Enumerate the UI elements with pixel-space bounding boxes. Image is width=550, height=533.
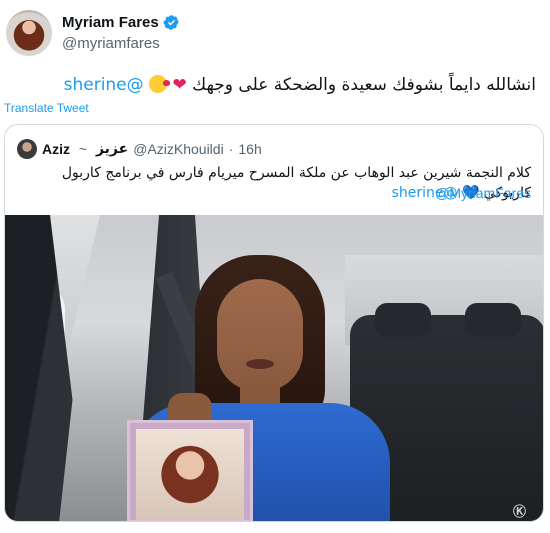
quoted-tweet-card[interactable]: Aziz ~ عزيز @AzizKhouildi · 16h كلام الن… [4,124,544,522]
headrest-right [465,303,521,337]
kissing-face-icon [149,75,171,93]
tweet-body-text: انشالله دايماً بشوفك سعيدة والضحكة على و… [192,75,536,95]
held-photo-card [127,420,253,521]
translate-tweet-link[interactable]: Translate Tweet [4,101,89,115]
quoted-meta-dot: · [228,141,234,157]
quoted-tweet-text-line2: @MyriamFares [435,183,531,203]
quoted-tweet-time[interactable]: 16h [238,141,261,157]
quoted-tweet-header: Aziz ~ عزيز @AzizKhouildi · 16h [17,139,262,159]
author-display-name[interactable]: Myriam Fares [62,14,159,31]
channel-watermark-icon: Ⓚ [513,505,527,520]
quoted-video-thumbnail[interactable]: Ⓚ [5,215,543,521]
quoted-mention-myriamfares[interactable]: @MyriamFares [435,185,531,201]
face [217,279,303,391]
author-avatar[interactable] [6,10,52,56]
quoted-name-separator: ~ [75,141,91,157]
red-heart-icon: ❤ [172,75,187,95]
verified-badge-icon [163,14,180,31]
quoted-author-name[interactable]: Aziz [42,141,70,157]
quoted-author-handle[interactable]: @AzizKhouildi [133,141,223,157]
lips [246,359,274,369]
quoted-author-avatar[interactable] [17,139,37,159]
quoted-author-name-arabic[interactable]: عزيز [96,141,128,157]
tweet-mention-sherine[interactable]: @sherine [64,75,144,95]
author-name-row: Myriam Fares [62,14,180,31]
author-handle[interactable]: @myriamfares [62,35,160,52]
tweet-text: انشالله دايماً بشوفك سعيدة والضحكة على و… [16,74,536,96]
photo-portrait [136,429,244,520]
